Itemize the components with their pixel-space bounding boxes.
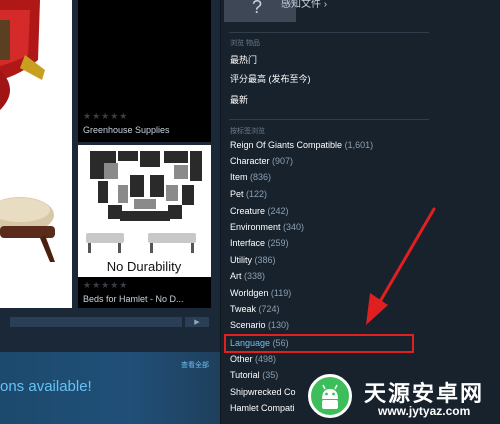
item-title[interactable]: Beds for Hamlet - No D... [83, 294, 209, 304]
tag-count: (338) [244, 271, 266, 281]
tag-count: (122) [246, 189, 268, 199]
tag-name: Scenario [230, 320, 266, 330]
tag-hamlet[interactable]: Hamlet Compati [230, 401, 295, 415]
android-icon [322, 384, 338, 409]
rating-stars: ★★★★★ [83, 112, 129, 122]
tag-reign-of-giants[interactable]: Reign Of Giants Compatible (1,601) [230, 138, 373, 152]
tag-shipwrecked[interactable]: Shipwrecked Co [230, 385, 296, 399]
tag-count: (498) [255, 354, 277, 364]
tag-name: Worldgen [230, 288, 269, 298]
promo-text[interactable]: ons available! [0, 378, 92, 395]
view-all-link[interactable]: 查看全部 [181, 360, 209, 370]
tag-count: (1,601) [344, 140, 374, 150]
tag-tweak[interactable]: Tweak (724) [230, 302, 280, 316]
tag-worldgen[interactable]: Worldgen (119) [230, 286, 291, 300]
language-highlight-box [224, 334, 414, 353]
red-arrow-annotation [366, 207, 436, 325]
rating-stars: ★★★★★ [83, 281, 129, 291]
tag-name: Interface [230, 238, 266, 248]
item-title[interactable]: Greenhouse Supplies [83, 125, 170, 135]
browse-most-recent[interactable]: 最新 [230, 93, 248, 106]
tag-count: (386) [254, 255, 276, 265]
tag-interface[interactable]: Interface (259) [230, 236, 289, 250]
tags-section-label: 按标签浏览 [230, 128, 265, 135]
tag-scenario[interactable]: Scenario (130) [230, 318, 289, 332]
watermark-logo [308, 374, 352, 418]
tag-count: (130) [268, 320, 290, 330]
workshop-browse-area: ★★★★★ Greenhouse Supplies No Durability … [0, 0, 220, 424]
divider [229, 32, 429, 33]
carousel-next-button[interactable]: ▶ [185, 317, 209, 327]
tag-character[interactable]: Character (907) [230, 154, 293, 168]
tag-count: (907) [272, 156, 294, 166]
carousel-scrollbar[interactable] [10, 317, 182, 327]
tag-name: Item [230, 172, 248, 182]
item-preview-image: No Durability [78, 145, 211, 277]
tag-count: (836) [250, 172, 272, 182]
tag-count: (35) [262, 370, 279, 380]
tag-name: Other [230, 354, 253, 364]
tag-name: Shipwrecked Co [230, 387, 296, 397]
tag-name: Creature [230, 206, 266, 216]
tag-name: Pet [230, 189, 244, 199]
question-icon: ? [252, 0, 263, 17]
tag-creature[interactable]: Creature (242) [230, 204, 289, 218]
tag-count: (340) [283, 222, 305, 232]
tag-count: (259) [267, 238, 289, 248]
tag-name: Hamlet Compati [230, 403, 295, 413]
tag-name: Character [230, 156, 270, 166]
browse-section-label: 浏览 物品 [230, 40, 260, 47]
tag-name: Tutorial [230, 370, 260, 380]
workshop-item-tile[interactable] [0, 0, 72, 308]
tag-item[interactable]: Item (836) [230, 170, 271, 184]
workshop-item-tile[interactable]: ★★★★★ Greenhouse Supplies [78, 0, 211, 142]
divider [229, 119, 429, 120]
tag-pet[interactable]: Pet (122) [230, 187, 267, 201]
browse-top-rated[interactable]: 评分最高 (发布至今) [230, 72, 311, 85]
tag-count: (242) [267, 206, 289, 216]
browse-most-popular[interactable]: 最热门 [230, 53, 257, 66]
tag-other[interactable]: Other (498) [230, 352, 276, 366]
tag-name: Reign Of Giants Compatible [230, 140, 343, 150]
tag-art[interactable]: Art (338) [230, 269, 265, 283]
tag-name: Environment [230, 222, 281, 232]
tag-environment[interactable]: Environment (340) [230, 220, 304, 234]
tag-utility[interactable]: Utility (386) [230, 253, 276, 267]
tag-name: Tweak [230, 304, 257, 314]
tag-tutorial[interactable]: Tutorial (35) [230, 368, 278, 382]
tag-count: (119) [270, 288, 292, 298]
tag-count: (724) [258, 304, 280, 314]
image-caption: No Durability [107, 259, 182, 274]
chair-preview-image [0, 0, 72, 308]
workshop-item-tile[interactable]: No Durability ★★★★★ Beds for Hamlet - No… [78, 145, 211, 308]
tag-name: Utility [230, 255, 252, 265]
watermark: 天源安卓网 www.jytyaz.com [300, 370, 500, 424]
watermark-url: www.jytyaz.com [378, 404, 471, 418]
tag-name: Art [230, 271, 242, 281]
pixelated-face-image: No Durability [78, 145, 211, 277]
subscribe-link[interactable]: 感知文件 › [281, 0, 327, 10]
